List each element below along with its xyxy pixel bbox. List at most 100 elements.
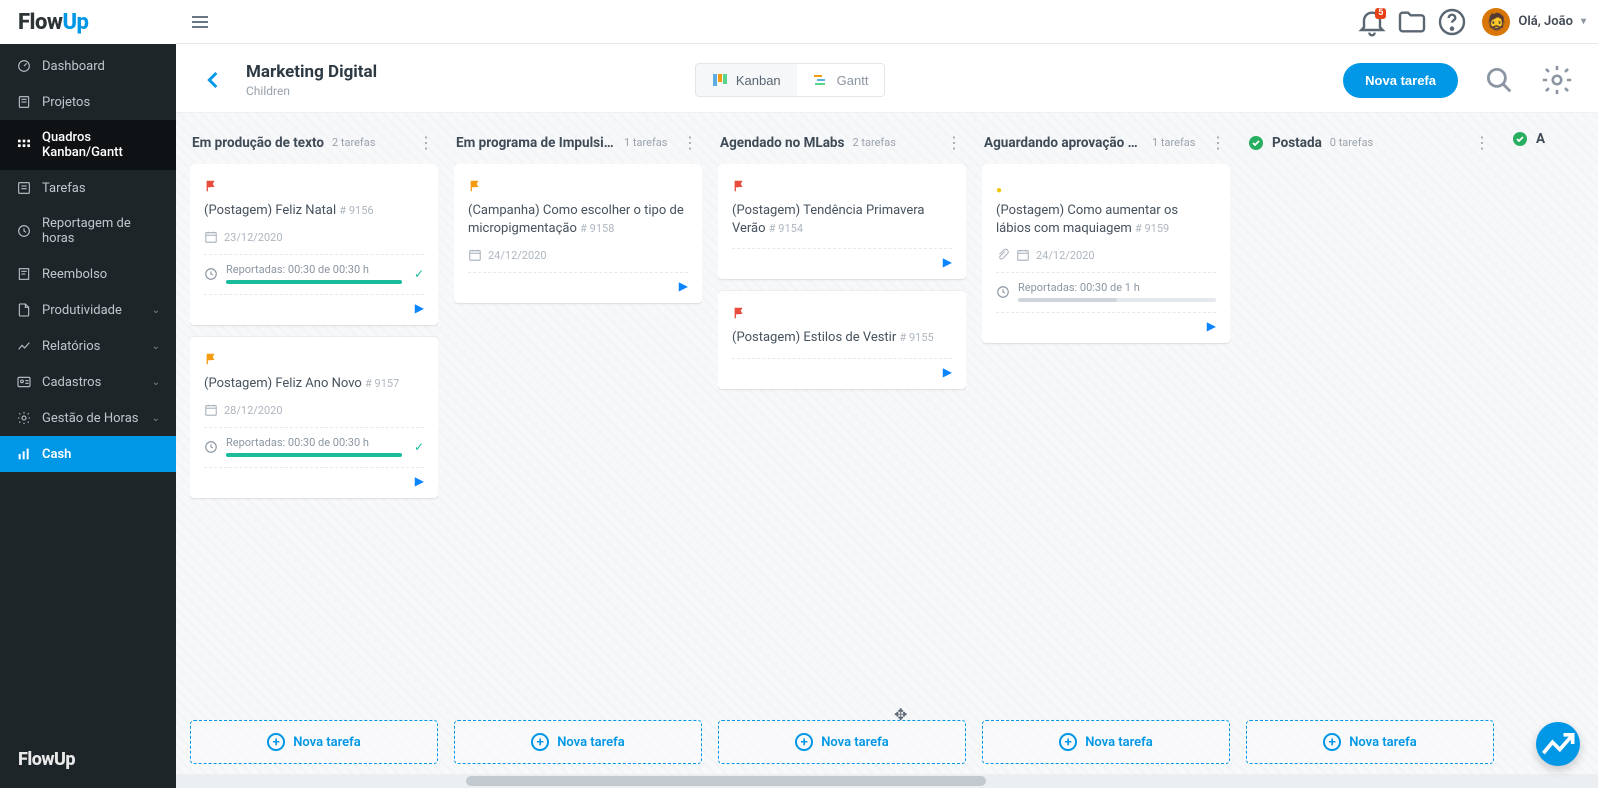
settings-icon[interactable] [1540,63,1574,97]
kanban-column-5: A [1510,127,1550,788]
play-button[interactable]: ▶ [996,312,1216,333]
task-card[interactable]: (Postagem) Feliz Ano Novo # 9157 28/12/20… [190,337,438,498]
play-button[interactable]: ▶ [732,358,952,379]
flag-icon [204,351,218,365]
play-button[interactable]: ▶ [204,294,424,315]
column-title: Em produção de texto [192,135,324,151]
new-task-label: Nova tarefa [821,735,889,750]
sidebar-item-7[interactable]: Relatórios⌄ [0,328,176,364]
calendar-icon [204,403,218,417]
task-card[interactable]: (Postagem) Como aumentar os lábios com m… [982,164,1230,343]
task-card[interactable]: (Postagem) Estilos de Vestir # 9155▶ [718,291,966,388]
view-gantt-button[interactable]: Gantt [797,64,885,96]
card-date-row: 24/12/2020 [996,248,1216,262]
new-task-slot[interactable]: +Nova tarefa [1246,720,1494,764]
flag-icon [732,305,746,319]
bar-icon [16,446,32,462]
kanban-board[interactable]: Em produção de texto2 tarefas⋮(Postagem)… [176,113,1598,788]
sidebar-item-0[interactable]: Dashboard [0,48,176,84]
play-button[interactable]: ▶ [732,248,952,269]
card-date: 24/12/2020 [488,249,547,262]
card-date: 23/12/2020 [224,231,283,244]
reported-row: Reportadas: 00:30 de 1 h [996,272,1216,302]
kanban-column-1: Em programa de Impulsio... 1 tarefas ⋮ (Cam… [454,127,702,788]
sidebar-item-2[interactable]: Quadros Kanban/Gantt [0,120,176,170]
user-menu[interactable]: 🧔 Olá, João ▾ [1482,8,1586,36]
card-title: (Postagem) Tendência Primavera Verão # 9… [732,202,952,238]
logo[interactable]: FlowUp [0,0,176,44]
card-date: 24/12/2020 [1036,249,1095,262]
sidebar-item-10[interactable]: Cash [0,436,176,472]
new-task-button[interactable]: Nova tarefa [1343,63,1458,98]
task-card[interactable]: (Postagem) Feliz Natal # 9156 23/12/2020 R… [190,164,438,325]
avatar: 🧔 [1482,8,1510,36]
card-title: (Postagem) Feliz Ano Novo # 9157 [204,375,424,393]
clock-icon [204,440,218,454]
column-menu-icon[interactable]: ⋮ [944,131,964,154]
column-menu-icon[interactable]: ⋮ [680,131,700,154]
sidebar-item-5[interactable]: Reembolso [0,256,176,292]
flag-icon [468,178,482,192]
sidebar-item-label: Cash [42,447,71,462]
new-task-slot[interactable]: +Nova tarefa [982,720,1230,764]
sidebar-item-8[interactable]: Cadastros⌄ [0,364,176,400]
back-button[interactable] [200,66,228,94]
column-menu-icon[interactable]: ⋮ [1208,131,1228,154]
card-date-row: 28/12/2020 [204,403,424,417]
new-task-slot[interactable]: +Nova tarefa [454,720,702,764]
sidebar-item-6[interactable]: Produtividade⌄ [0,292,176,328]
reported-row: Reportadas: 00:30 de 00:30 h ✓ [204,427,424,457]
sidebar-nav: Dashboard ProjetosQuadros Kanban/Gantt Tar… [0,44,176,737]
dashboard-icon [16,58,32,74]
done-check-icon: ✓ [414,440,424,454]
menu-toggle-icon[interactable] [188,10,212,34]
reported-row: Reportadas: 00:30 de 00:30 h✓ [204,254,424,284]
folder-icon[interactable] [1396,6,1428,38]
search-icon[interactable] [1482,63,1516,97]
sidebar-item-4[interactable]: Reportagem de horas [0,206,176,256]
play-button[interactable]: ▶ [468,272,688,293]
sidebar-item-label: Reembolso [42,267,107,282]
new-task-slot[interactable]: +Nova tarefa [190,720,438,764]
sidebar-item-1[interactable]: Projetos [0,84,176,120]
play-button[interactable]: ▶ [204,467,424,488]
horizontal-scrollbar[interactable] [176,774,1598,788]
view-kanban-button[interactable]: Kanban [696,64,797,96]
card-id: # 9156 [339,204,373,217]
column-menu-icon[interactable]: ⋮ [1472,131,1492,154]
sidebar-item-3[interactable]: Tarefas [0,170,176,206]
column-header: A [1510,127,1550,157]
fab-chart-button[interactable] [1536,722,1580,766]
kanban-column-0: Em produção de texto2 tarefas⋮(Postagem)… [190,127,438,788]
reported-text: Reportadas: 00:30 de 00:30 h [226,436,402,449]
view-gantt-label: Gantt [837,73,869,88]
column-header: Em programa de Impulsio... 1 tarefas ⋮ [454,127,702,164]
clock-icon [16,223,32,239]
projects-icon [16,94,32,110]
sidebar-item-label: Cadastros [42,375,101,390]
page-subtitle: Children [246,84,377,98]
notifications-icon[interactable]: 5 [1356,6,1388,38]
sidebar-item-label: Dashboard [42,59,105,74]
column-title: Em programa de Impulsio... [456,135,616,151]
notification-badge: 5 [1375,8,1386,19]
card-title: (Postagem) Feliz Natal # 9156 [204,202,424,220]
card-date-row: 24/12/2020 [468,248,688,262]
task-card[interactable]: (Postagem) Tendência Primavera Verão # 9… [718,164,966,279]
boards-icon [16,137,32,153]
new-task-slot[interactable]: +Nova tarefa [718,720,966,764]
priority-dot-icon [996,178,1010,192]
sidebar-item-label: Reportagem de horas [42,216,160,246]
help-icon[interactable] [1436,6,1468,38]
sidebar-item-label: Tarefas [42,181,86,196]
sidebar-item-9[interactable]: Gestão de Horas⌄ [0,400,176,436]
column-header: Aguardando aprovação d...1 tarefas⋮ [982,127,1230,164]
task-card[interactable]: (Campanha) Como escolher o tipo de micro… [454,164,702,303]
column-title: Aguardando aprovação d... [984,135,1144,151]
column-menu-icon[interactable]: ⋮ [416,131,436,154]
card-id: # 9158 [580,222,614,235]
page-header: Marketing Digital Children Kanban Gantt … [176,44,1598,113]
new-task-label: Nova tarefa [557,735,625,750]
column-count: 1 tarefas [624,136,667,149]
scrollbar-thumb[interactable] [466,776,986,786]
